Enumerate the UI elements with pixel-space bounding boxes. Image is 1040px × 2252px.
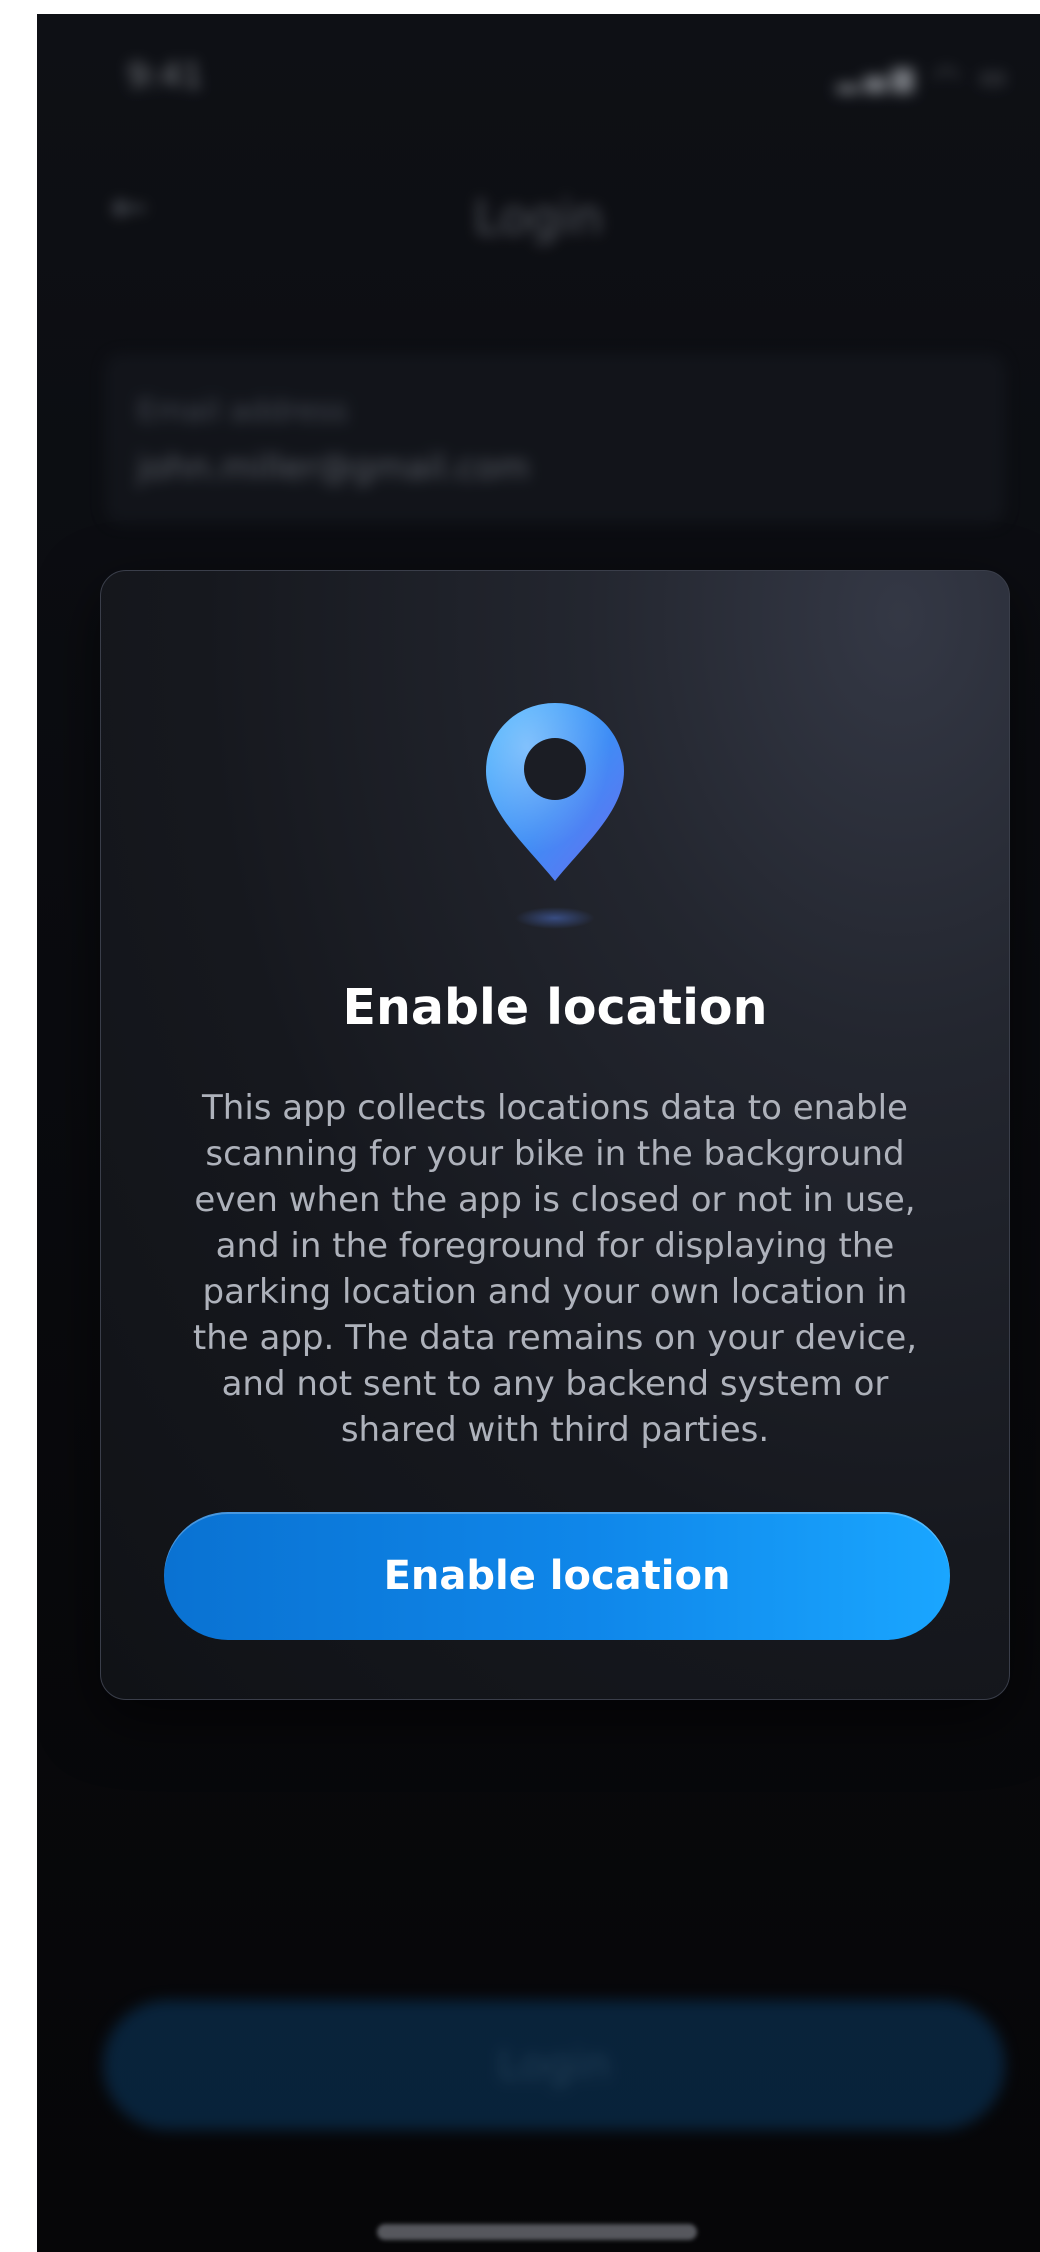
phone-screen: 9:41 ▂▄▆ ◠ ▭ ← Login Email address john.… (37, 14, 1040, 2252)
page-title: Login (473, 190, 604, 246)
pin-shadow (515, 907, 595, 929)
email-field[interactable]: Email address john.miller@gmail.com (105, 354, 1005, 524)
dialog-title: Enable location (342, 979, 768, 1036)
location-permission-dialog: Enable location This app collects locati… (100, 570, 1010, 1700)
email-field-label: Email address (137, 394, 348, 429)
login-button-label: Login (497, 2040, 611, 2089)
status-time: 9:41 (127, 56, 204, 96)
login-button[interactable]: Login (103, 2000, 1005, 2130)
home-indicator (377, 2224, 697, 2240)
location-pin-icon (101, 699, 1009, 885)
dialog-description: This app collects locations data to enab… (192, 1088, 918, 1450)
status-icons: ▂▄▆ ◠ ▭ (836, 60, 1012, 93)
email-field-value: john.miller@gmail.com (137, 448, 530, 488)
enable-location-button[interactable]: Enable location (164, 1512, 950, 1640)
